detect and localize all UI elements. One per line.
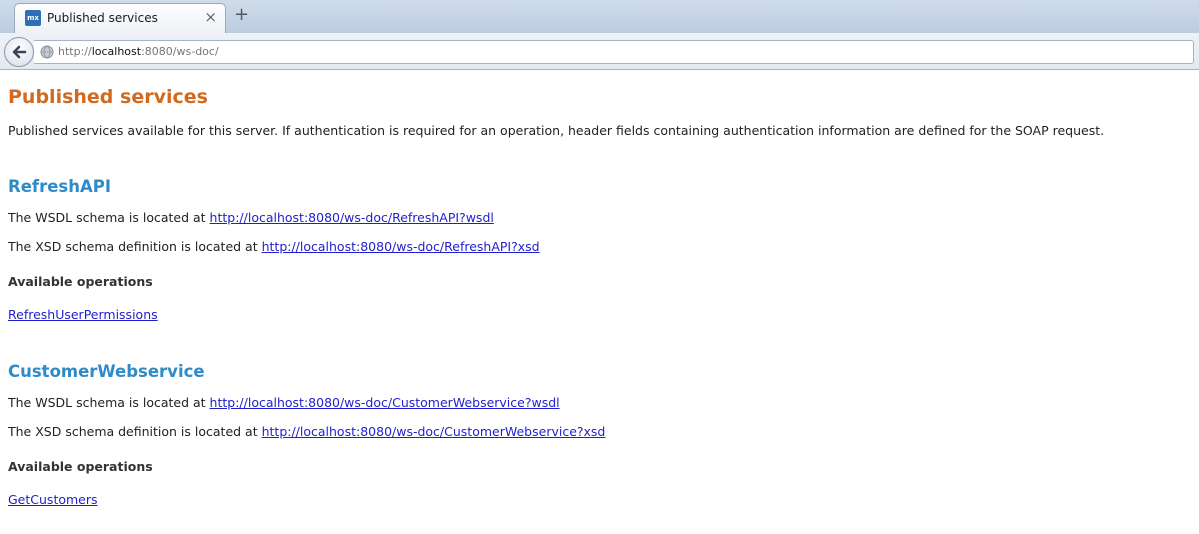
wsdl-link[interactable]: http://localhost:8080/ws-doc/RefreshAPI?… — [210, 210, 494, 225]
xsd-link[interactable]: http://localhost:8080/ws-doc/RefreshAPI?… — [262, 239, 540, 254]
wsdl-link[interactable]: http://localhost:8080/ws-doc/CustomerWeb… — [210, 395, 560, 410]
mendix-favicon-icon: mx — [25, 10, 41, 26]
service-title-refreshapi: RefreshAPI — [8, 177, 111, 196]
globe-icon — [40, 45, 54, 59]
service-title-customerwebservice: CustomerWebservice — [8, 362, 205, 381]
address-bar[interactable]: http://localhost:8080/ws-doc/ — [34, 40, 1194, 64]
available-operations-heading: Available operations — [8, 459, 153, 474]
wsdl-line: The WSDL schema is located at http://loc… — [8, 395, 560, 410]
tab-strip: mx Published services × + — [0, 0, 1199, 33]
xsd-link[interactable]: http://localhost:8080/ws-doc/CustomerWeb… — [262, 424, 606, 439]
navigation-bar: http://localhost:8080/ws-doc/ — [0, 33, 1199, 70]
back-button[interactable] — [4, 37, 34, 67]
operation-link[interactable]: GetCustomers — [8, 492, 98, 507]
page-intro: Published services available for this se… — [8, 123, 1105, 138]
xsd-line: The XSD schema definition is located at … — [8, 239, 540, 254]
wsdl-line: The WSDL schema is located at http://loc… — [8, 210, 494, 225]
available-operations-heading: Available operations — [8, 274, 153, 289]
tab-published-services[interactable]: mx Published services × — [14, 3, 226, 33]
back-arrow-icon — [12, 45, 27, 59]
page-title: Published services — [8, 86, 208, 108]
tab-title: Published services — [47, 11, 158, 25]
new-tab-icon[interactable]: + — [234, 6, 249, 24]
url-text: http://localhost:8080/ws-doc/ — [58, 45, 219, 58]
operation-link[interactable]: RefreshUserPermissions — [8, 307, 158, 322]
xsd-line: The XSD schema definition is located at … — [8, 424, 606, 439]
close-icon[interactable]: × — [204, 9, 217, 25]
